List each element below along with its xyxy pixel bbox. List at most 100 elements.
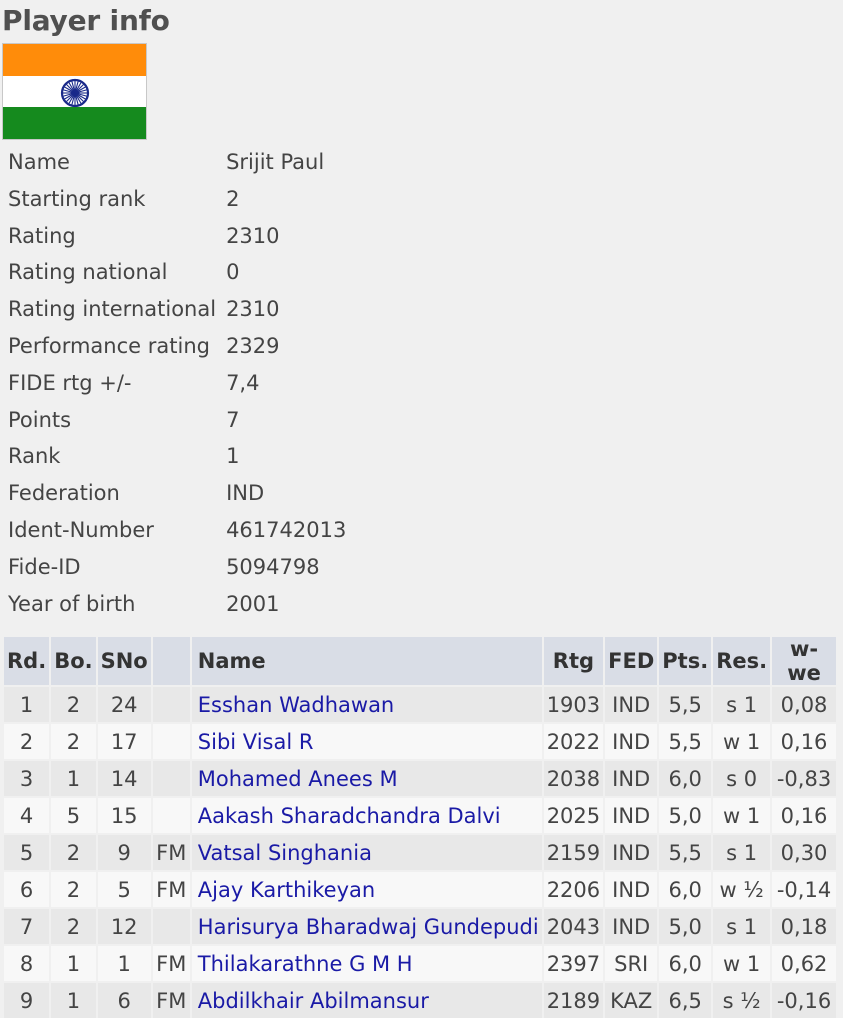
cell-rd: 2 [4, 722, 50, 759]
cell-rtg: 2397 [543, 944, 604, 981]
table-row: 3 1 14 Mohamed Anees M 2038 IND 6,0 s 0 -0,83 [4, 759, 836, 796]
cell-rd: 5 [4, 833, 50, 870]
cell-rtg: 1903 [543, 685, 604, 722]
info-row: Rating international 2310 [0, 291, 346, 328]
cell-fed: SRI [605, 944, 658, 981]
col-header-bo: Bo. [51, 637, 96, 685]
cell-bo: 2 [51, 870, 96, 907]
cell-wwe: 0,62 [772, 944, 836, 981]
info-row: Performance rating 2329 [0, 328, 346, 365]
cell-sno: 24 [97, 685, 151, 722]
info-label: Year of birth [8, 591, 136, 616]
info-row: Starting rank 2 [0, 181, 346, 218]
opponent-name-cell: Harisurya Bharadwaj Gundepudi [191, 907, 542, 944]
cell-pts: 5,5 [659, 722, 712, 759]
cell-rtg: 2159 [543, 833, 604, 870]
games-table: Rd. Bo. SNo Name Rtg FED Pts. Res. w-we … [2, 637, 838, 1018]
info-label: Rating international [8, 297, 217, 322]
cell-title: FM [152, 833, 190, 870]
table-row: 1 2 24 Esshan Wadhawan 1903 IND 5,5 s 1 0,08 [4, 685, 836, 722]
games-header-row: Rd. Bo. SNo Name Rtg FED Pts. Res. w-we [4, 637, 836, 685]
info-label: Fide-ID [8, 554, 81, 579]
cell-fed: IND [605, 722, 658, 759]
info-value: 1 [226, 444, 240, 469]
opponent-name-link[interactable]: Esshan Wadhawan [198, 693, 394, 717]
cell-res: s 0 [713, 759, 771, 796]
cell-bo: 1 [51, 944, 96, 981]
info-value: 2 [226, 186, 240, 211]
info-value: 2310 [226, 297, 280, 322]
cell-rtg: 2043 [543, 907, 604, 944]
ashoka-chakra-icon [60, 78, 90, 107]
opponent-name-link[interactable]: Abdilkhair Abilmansur [198, 989, 429, 1013]
info-row: Year of birth 2001 [0, 586, 346, 623]
cell-fed: IND [605, 907, 658, 944]
opponent-name-link[interactable]: Sibi Visal R [198, 730, 314, 754]
cell-fed: IND [605, 759, 658, 796]
opponent-name-cell: Aakash Sharadchandra Dalvi [191, 796, 542, 833]
cell-sno: 15 [97, 796, 151, 833]
cell-bo: 2 [51, 907, 96, 944]
cell-rd: 3 [4, 759, 50, 796]
info-label: Name [8, 150, 70, 174]
cell-title [152, 796, 190, 833]
cell-rd: 1 [4, 685, 50, 722]
cell-res: s 1 [713, 685, 771, 722]
info-value: 0 [226, 260, 240, 285]
info-row: Rating national 0 [0, 254, 346, 291]
cell-title: FM [152, 870, 190, 907]
cell-sno: 17 [97, 722, 151, 759]
cell-title [152, 722, 190, 759]
page-title: Player info [2, 4, 170, 37]
opponent-name-link[interactable]: Harisurya Bharadwaj Gundepudi [198, 915, 539, 939]
info-row: Ident-Number 461742013 [0, 512, 346, 549]
info-value: 7,4 [226, 370, 260, 395]
india-flag-icon [2, 43, 147, 140]
opponent-name-link[interactable]: Thilakarathne G M H [198, 952, 413, 976]
opponent-name-link[interactable]: Mohamed Anees M [198, 767, 398, 791]
opponent-name-cell: Esshan Wadhawan [191, 685, 542, 722]
info-row: Rank 1 [0, 438, 346, 475]
cell-res: w 1 [713, 796, 771, 833]
info-label: Points [8, 407, 72, 432]
info-row: FIDE rtg +/- 7,4 [0, 365, 346, 402]
cell-pts: 6,0 [659, 944, 712, 981]
cell-pts: 5,0 [659, 907, 712, 944]
flag-white-band [3, 75, 146, 108]
cell-rd: 6 [4, 870, 50, 907]
cell-bo: 1 [51, 759, 96, 796]
cell-fed: IND [605, 833, 658, 870]
opponent-name-cell: Thilakarathne G M H [191, 944, 542, 981]
opponent-name-cell: Ajay Karthikeyan [191, 870, 542, 907]
col-header-rtg: Rtg [543, 637, 604, 685]
info-label: FIDE rtg +/- [8, 370, 132, 395]
table-row: 4 5 15 Aakash Sharadchandra Dalvi 2025 IND 5,0… [4, 796, 836, 833]
info-value: 7 [226, 407, 240, 432]
opponent-name-link[interactable]: Aakash Sharadchandra Dalvi [198, 804, 501, 828]
table-row: 8 1 1 FM Thilakarathne G M H 2397 SRI 6,0 w 1 0,6… [4, 944, 836, 981]
cell-fed: IND [605, 870, 658, 907]
info-label: Rating national [8, 260, 168, 285]
info-label: Rating [8, 223, 76, 248]
info-row: Points 7 [0, 402, 346, 439]
info-row: Name Srijit Paul [0, 144, 346, 181]
player-info-table: Name Srijit Paul Starting rank 2 Rating 2310 R… [0, 144, 346, 622]
cell-rd: 4 [4, 796, 50, 833]
opponent-name-cell: Mohamed Anees M [191, 759, 542, 796]
cell-res: w 1 [713, 944, 771, 981]
cell-sno: 12 [97, 907, 151, 944]
info-row: Federation IND [0, 475, 346, 512]
cell-res: s 1 [713, 907, 771, 944]
cell-res: w ½ [713, 870, 771, 907]
opponent-name-link[interactable]: Ajay Karthikeyan [198, 878, 375, 902]
cell-rtg: 2206 [543, 870, 604, 907]
col-header-name: Name [191, 637, 542, 685]
col-header-wwe: w-we [772, 637, 836, 685]
col-header-sno: SNo [97, 637, 151, 685]
cell-wwe: 0,18 [772, 907, 836, 944]
cell-sno: 5 [97, 870, 151, 907]
info-row: Fide-ID 5094798 [0, 549, 346, 586]
table-row: 5 2 9 FM Vatsal Singhania 2159 IND 5,5 s 1 0,30 [4, 833, 836, 870]
opponent-name-link[interactable]: Vatsal Singhania [198, 841, 372, 865]
table-row: 6 2 5 FM Ajay Karthikeyan 2206 IND 6,0 w ½ -0,14 [4, 870, 836, 907]
